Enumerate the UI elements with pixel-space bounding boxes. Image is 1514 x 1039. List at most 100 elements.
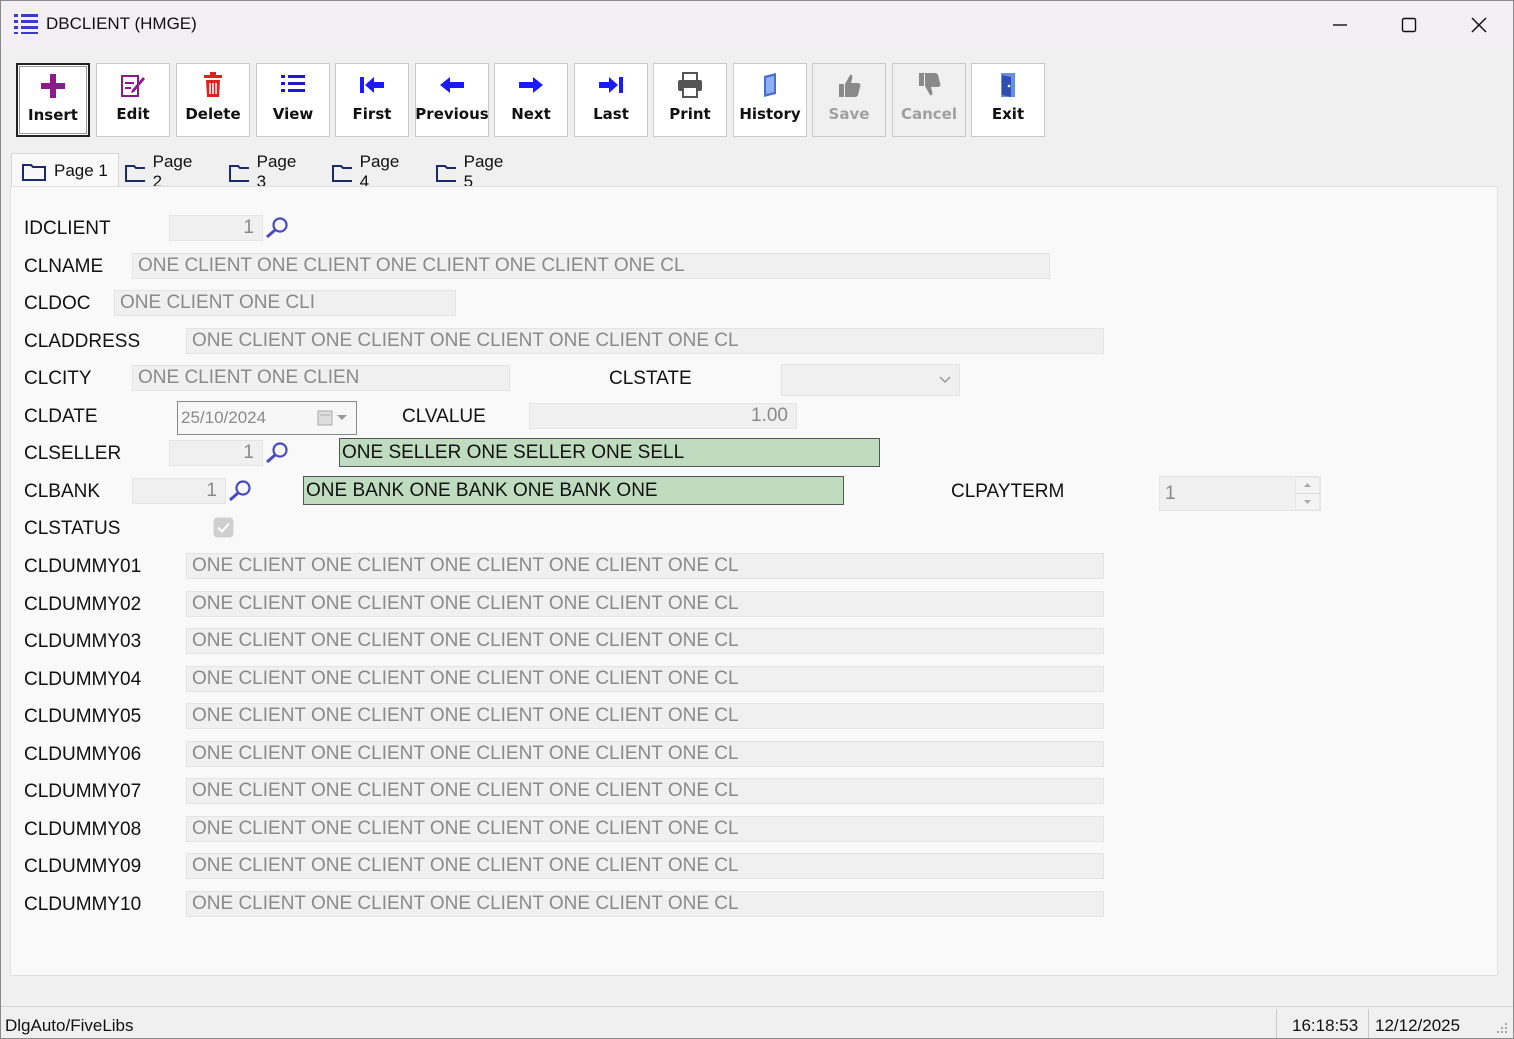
last-label: Last: [593, 105, 629, 123]
minimize-icon: [1333, 23, 1347, 26]
cldummy-label: CLDUMMY05: [24, 706, 142, 727]
status-date: 12/12/2025: [1375, 1016, 1461, 1035]
search-icon[interactable]: [227, 479, 253, 503]
claddress-field[interactable]: ONE CLIENT ONE CLIENT ONE CLIENT ONE CLI…: [186, 328, 1104, 354]
cldummy-label: CLDUMMY04: [24, 668, 142, 690]
claddress-label: CLADDRESS: [24, 331, 141, 352]
folder-icon: [22, 164, 46, 181]
close-button[interactable]: [1444, 1, 1513, 48]
plus-icon: [41, 74, 65, 98]
cldummy-field[interactable]: ONE CLIENT ONE CLIENT ONE CLIENT ONE CLI…: [186, 628, 1104, 654]
tab-page-2[interactable]: Page 2: [115, 152, 197, 191]
cldummy-label: CLDUMMY03: [24, 631, 142, 652]
maximize-icon: [1401, 17, 1417, 32]
search-icon[interactable]: [264, 216, 290, 240]
next-icon: [519, 77, 543, 93]
clname-field[interactable]: ONE CLIENT ONE CLIENT ONE CLIENT ONE CLI…: [132, 253, 1050, 279]
cldummy-label: CLDUMMY07: [24, 781, 142, 802]
edit-icon: [121, 75, 145, 97]
idclient-field[interactable]: 1: [169, 215, 263, 241]
first-button[interactable]: First: [335, 63, 409, 137]
maximize-button[interactable]: [1374, 1, 1444, 48]
tab-page-5[interactable]: Page 5: [426, 152, 508, 191]
cldummy-label: CLDUMMY10: [24, 893, 142, 915]
status-bar: DlgAuto/FiveLibs 16:18:53 12/12/2025: [1, 1006, 1513, 1038]
trash-icon: [204, 72, 222, 97]
first-icon: [360, 77, 384, 93]
thumbs-down-icon: [919, 73, 941, 96]
cldummy-field[interactable]: ONE CLIENT ONE CLIENT ONE CLIENT ONE CLI…: [186, 890, 1104, 917]
cldummy-field[interactable]: ONE CLIENT ONE CLIENT ONE CLIENT ONE CLI…: [186, 590, 1104, 617]
minimize-button[interactable]: [1305, 1, 1375, 48]
clvalue-field[interactable]: 1.00: [529, 403, 797, 429]
cldummy-field[interactable]: ONE CLIENT ONE CLIENT ONE CLIENT ONE CLI…: [186, 665, 1104, 692]
search-icon[interactable]: [264, 441, 290, 465]
save-button[interactable]: Save: [812, 63, 886, 137]
close-icon: [1471, 16, 1487, 33]
thumbs-up-icon: [839, 74, 861, 97]
clbank-label: CLBANK: [24, 481, 101, 502]
cldummy-label: CLDUMMY09: [24, 856, 142, 877]
clstate-label: CLSTATE: [609, 368, 692, 389]
cldoc-field[interactable]: ONE CLIENT ONE CLI: [114, 290, 456, 316]
tab-page-3[interactable]: Page 3: [219, 152, 301, 191]
print-button[interactable]: Print: [653, 63, 727, 137]
cldummy-field[interactable]: ONE CLIENT ONE CLIENT ONE CLIENT ONE CLI…: [186, 815, 1104, 842]
spin-icon[interactable]: [1295, 477, 1320, 510]
first-label: First: [352, 105, 392, 123]
resize-grip-icon[interactable]: [1495, 1021, 1509, 1035]
clpayterm-label: CLPAYTERM: [951, 481, 1065, 502]
clstate-select[interactable]: [781, 364, 960, 396]
print-label: Print: [669, 105, 711, 123]
delete-label: Delete: [185, 105, 241, 123]
delete-button[interactable]: Delete: [176, 63, 250, 137]
clcity-field[interactable]: ONE CLIENT ONE CLIEN: [132, 365, 510, 391]
last-button[interactable]: Last: [574, 63, 648, 137]
previous-button[interactable]: Previous: [415, 63, 489, 137]
status-separator: [1276, 1009, 1277, 1038]
clseller-field[interactable]: 1: [169, 440, 263, 466]
status-left-text: DlgAuto/FiveLibs: [5, 1016, 134, 1035]
clcity-label: CLCITY: [24, 368, 92, 389]
cldummy-label: CLDUMMY02: [24, 593, 142, 615]
cancel-label: Cancel: [900, 105, 957, 123]
clstatus-label: CLSTATUS: [24, 518, 121, 539]
clname-label: CLNAME: [24, 256, 104, 277]
calendar-icon: [317, 410, 347, 426]
save-label: Save: [828, 105, 870, 123]
exit-label: Exit: [991, 105, 1025, 123]
cldummy-field[interactable]: ONE CLIENT ONE CLIENT ONE CLIENT ONE CLI…: [186, 740, 1104, 767]
title-bar[interactable]: DBCLIENT (HMGE): [1, 1, 1513, 48]
insert-button[interactable]: Insert: [16, 63, 90, 137]
door-icon: [1001, 73, 1015, 97]
cldummy-field[interactable]: ONE CLIENT ONE CLIENT ONE CLIENT ONE CLI…: [186, 553, 1104, 579]
history-button[interactable]: History: [733, 63, 807, 137]
previous-icon: [440, 77, 464, 93]
cancel-button[interactable]: Cancel: [892, 63, 966, 137]
view-button[interactable]: View: [256, 63, 330, 137]
cldummy-field[interactable]: ONE CLIENT ONE CLIENT ONE CLIENT ONE CLI…: [186, 853, 1104, 879]
clbank-field[interactable]: 1: [132, 478, 226, 504]
clvalue-label: CLVALUE: [402, 406, 486, 427]
cldummy-field[interactable]: ONE CLIENT ONE CLIENT ONE CLIENT ONE CLI…: [186, 778, 1104, 804]
cldummy-label: CLDUMMY08: [24, 818, 142, 840]
edit-label: Edit: [116, 105, 150, 123]
list-icon: [14, 14, 38, 34]
cldummy-label: CLDUMMY06: [24, 743, 142, 765]
list-view-icon: [281, 75, 305, 92]
tab-page-1[interactable]: Page 1: [11, 153, 119, 188]
clbank-description: ONE BANK ONE BANK ONE BANK ONE: [303, 476, 844, 505]
cldoc-label: CLDOC: [24, 293, 91, 314]
exit-button[interactable]: Exit: [971, 63, 1045, 137]
printer-icon: [678, 72, 702, 98]
insert-label: Insert: [28, 106, 78, 124]
folder-icon: [436, 165, 456, 182]
tab-page-4[interactable]: Page 4: [322, 152, 404, 191]
cldummy-field[interactable]: ONE CLIENT ONE CLIENT ONE CLIENT ONE CLI…: [186, 703, 1104, 729]
next-button[interactable]: Next: [494, 63, 568, 137]
edit-button[interactable]: Edit: [96, 63, 170, 137]
folder-icon: [332, 165, 352, 182]
history-label: History: [739, 105, 801, 123]
tab-label: Page 1: [54, 161, 108, 180]
clstatus-checkbox[interactable]: [213, 517, 234, 538]
